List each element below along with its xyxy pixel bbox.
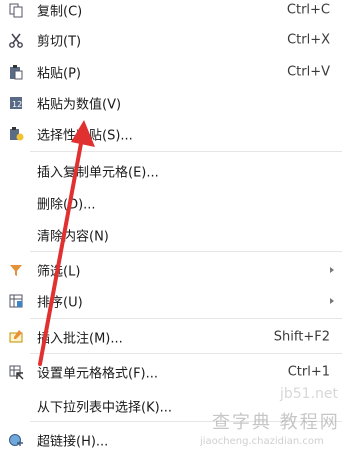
menu-item-shortcut: Ctrl+C (286, 2, 330, 18)
menu-item-label: 超链接(H)... (37, 434, 109, 450)
context-menu: 复制(C) Ctrl+C 剪切(T) Ctrl+X 粘贴(P) Ctrl+V 1… (0, 0, 342, 452)
menu-item-shortcut: Ctrl+1 (287, 364, 330, 380)
menu-item-insert-copied-cells[interactable]: 插入复制单元格(E)... (0, 157, 342, 185)
menu-item-label: 清除内容(N) (37, 229, 109, 245)
menu-item-insert-comment[interactable]: 插入批注(M)... Shift+F2 (0, 323, 342, 351)
menu-item-label: 粘贴(P) (37, 66, 81, 82)
menu-item-shortcut: Shift+F2 (273, 329, 330, 345)
filter-icon (8, 262, 24, 278)
menu-item-paste[interactable]: 粘贴(P) Ctrl+V (0, 58, 342, 86)
menu-item-label: 设置单元格格式(F)... (37, 366, 159, 382)
menu-item-label: 插入批注(M)... (37, 331, 123, 347)
menu-separator (30, 353, 342, 354)
menu-item-label: 复制(C) (37, 4, 83, 20)
watermark-site: jb51.net (280, 386, 339, 402)
menu-item-shortcut: Ctrl+V (287, 64, 330, 80)
scissors-icon (8, 32, 24, 48)
paste-special-icon (8, 126, 24, 142)
menu-item-label: 删除(D)... (37, 197, 96, 213)
menu-item-sort[interactable]: 排序(U) (0, 287, 342, 315)
watermark-url: jiaocheng.chazidian.com (200, 436, 324, 447)
submenu-arrow-icon (330, 298, 334, 304)
watermark-text: 查字典 教程网 (212, 412, 340, 433)
comment-icon (8, 329, 24, 345)
menu-item-label: 从下拉列表中选择(K)... (37, 400, 173, 416)
menu-item-label: 选择性粘贴(S)... (37, 128, 133, 144)
sort-icon (8, 293, 24, 309)
menu-item-shortcut: Ctrl+X (287, 32, 330, 48)
copy-icon (8, 2, 24, 18)
menu-separator (30, 318, 342, 319)
menu-separator (30, 251, 342, 252)
submenu-arrow-icon (330, 267, 334, 273)
menu-item-delete[interactable]: 删除(D)... (0, 189, 342, 217)
menu-item-label: 粘贴为数值(V) (37, 97, 122, 113)
menu-item-paste-special[interactable]: 选择性粘贴(S)... (0, 120, 342, 148)
menu-item-clear-contents[interactable]: 清除内容(N) (0, 221, 342, 249)
menu-item-label: 插入复制单元格(E)... (37, 165, 159, 181)
menu-item-label: 剪切(T) (37, 34, 82, 50)
menu-item-label: 筛选(L) (37, 264, 81, 280)
menu-item-paste-values[interactable]: 12 粘贴为数值(V) (0, 89, 342, 117)
menu-item-format-cells[interactable]: 设置单元格格式(F)... Ctrl+1 (0, 358, 342, 386)
paste-values-icon: 12 (8, 95, 24, 111)
hyperlink-icon (8, 432, 24, 448)
menu-item-copy[interactable]: 复制(C) Ctrl+C (0, 0, 342, 24)
paste-icon (8, 64, 24, 80)
menu-item-label: 排序(U) (37, 295, 83, 311)
format-cells-icon (8, 364, 24, 380)
menu-item-cut[interactable]: 剪切(T) Ctrl+X (0, 26, 342, 54)
menu-item-filter[interactable]: 筛选(L) (0, 256, 342, 284)
svg-text:12: 12 (12, 100, 22, 109)
menu-separator (30, 151, 342, 152)
